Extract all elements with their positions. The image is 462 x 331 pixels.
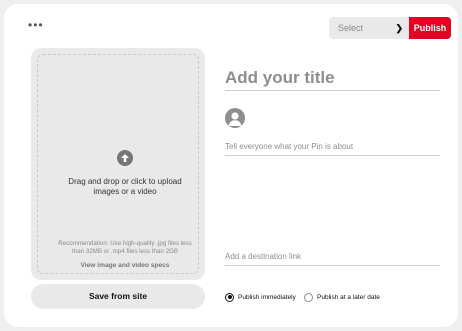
more-options-icon[interactable]: ••• xyxy=(28,18,50,32)
upload-recommendation: Recommendation: Use high-quality .jpg fi… xyxy=(58,240,192,255)
avatar xyxy=(225,108,245,128)
upload-arrow-icon xyxy=(117,150,133,166)
title-input[interactable] xyxy=(225,66,440,91)
drag-drop-instructions: Drag and drop or click to upload images … xyxy=(68,177,182,196)
publish-immediately-option[interactable]: Publish immediately xyxy=(225,291,296,303)
user-avatar-icon xyxy=(228,112,242,126)
upload-dropzone[interactable]: Drag and drop or click to upload images … xyxy=(31,48,205,280)
description-input[interactable] xyxy=(225,140,440,156)
pin-builder-card: ••• Select ❯ Publish Drag and drop or cl… xyxy=(4,4,458,327)
publish-immediately-label: Publish immediately xyxy=(238,293,296,301)
publish-later-option[interactable]: Publish at a later date xyxy=(304,291,380,303)
view-specs-link[interactable]: View image and video specs xyxy=(52,262,198,269)
publish-later-radio[interactable] xyxy=(304,292,313,302)
chevron-down-icon: ❯ xyxy=(395,23,403,33)
publish-later-label: Publish at a later date xyxy=(317,293,380,301)
publish-immediately-radio[interactable] xyxy=(225,292,234,302)
publish-button[interactable]: Publish xyxy=(409,17,451,39)
destination-link-input[interactable] xyxy=(225,250,440,266)
board-select-dropdown[interactable]: Select ❯ xyxy=(329,17,409,39)
save-from-site-button[interactable]: Save from site xyxy=(31,284,205,309)
upload-dropzone-border: Drag and drop or click to upload images … xyxy=(37,54,199,274)
board-select-value: Select xyxy=(338,23,364,33)
